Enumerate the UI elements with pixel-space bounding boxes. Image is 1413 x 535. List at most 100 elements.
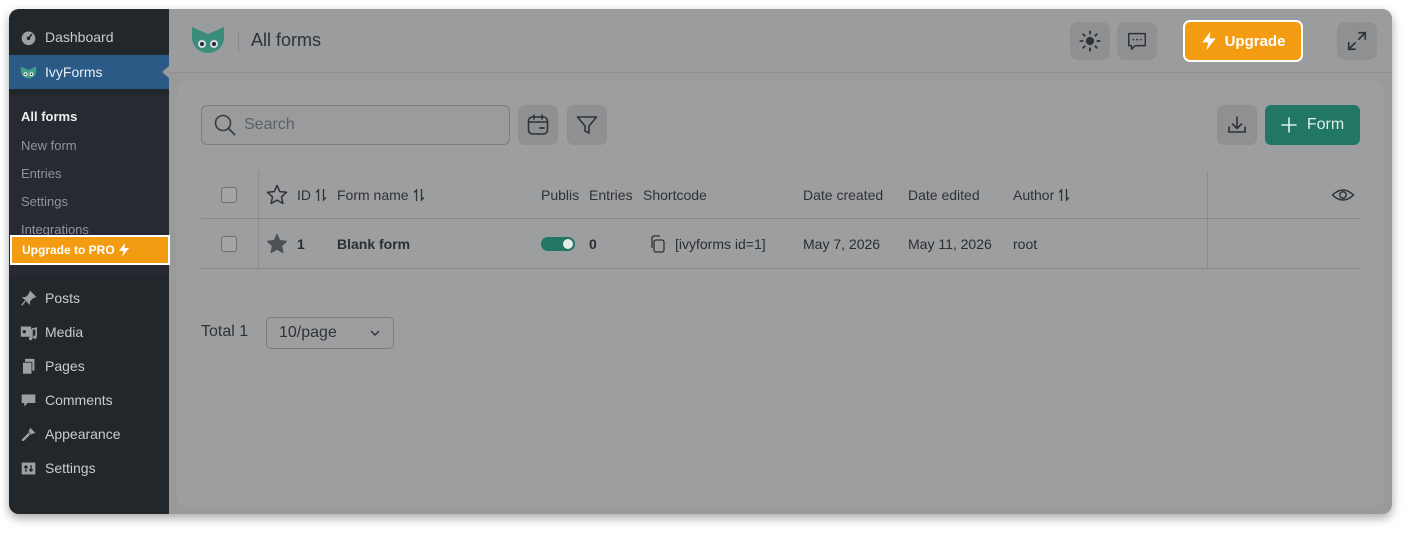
submenu-entries[interactable]: Entries [21, 166, 61, 181]
column-label: Form name [337, 186, 409, 203]
comment-icon [9, 392, 45, 409]
date-filter-button[interactable] [518, 105, 558, 145]
star-outline-icon[interactable] [265, 183, 289, 207]
submenu-all-forms[interactable]: All forms [21, 109, 77, 124]
column-header-shortcode: Shortcode [643, 171, 707, 218]
select-all-checkbox[interactable] [221, 186, 237, 203]
add-form-button[interactable]: Form [1265, 105, 1360, 145]
column-header-published: Publis [541, 171, 579, 218]
row-shortcode[interactable]: [ivyforms id=1] [649, 219, 766, 268]
column-header-author[interactable]: Author [1013, 171, 1070, 218]
eye-icon[interactable] [1331, 183, 1355, 207]
forms-table: ID Form name Publis Entries Shortcode Da… [201, 171, 1360, 269]
submenu-settings[interactable]: Settings [21, 194, 68, 209]
top-header: All forms Upgrade [169, 9, 1392, 73]
sidebar-item-label: IvyForms [45, 64, 103, 80]
column-header-id[interactable]: ID [297, 171, 327, 218]
sort-icon [413, 187, 425, 202]
sidebar-item-media[interactable]: Media [9, 315, 169, 349]
forms-card: Form ID Form name [177, 81, 1384, 507]
copy-icon[interactable] [649, 234, 667, 253]
lightning-icon [1201, 31, 1216, 51]
lightning-icon [118, 243, 129, 257]
row-id: 1 [297, 235, 305, 252]
column-divider [258, 219, 259, 268]
row-date-created: May 7, 2026 [803, 235, 881, 252]
column-label: Date edited [908, 186, 980, 203]
column-label: Entries [589, 186, 633, 203]
row-date-edited: May 11, 2026 [908, 235, 992, 252]
upgrade-label: Upgrade [1224, 32, 1286, 50]
sidebar-item-pages[interactable]: Pages [9, 349, 169, 383]
page-size-value: 10/page [279, 324, 337, 341]
sun-icon [1079, 30, 1101, 52]
sidebar-item-label: Appearance [45, 426, 121, 442]
sidebar-item-dashboard[interactable]: Dashboard [9, 20, 169, 54]
settings-sliders-icon [9, 460, 45, 477]
search-input[interactable] [244, 116, 494, 134]
column-header-date-created: Date created [803, 171, 883, 218]
column-header-date-edited: Date edited [908, 171, 980, 218]
dashboard-icon [9, 29, 45, 46]
plus-icon [1281, 117, 1297, 133]
column-header-entries: Entries [589, 171, 633, 218]
chat-bubble-icon [1128, 32, 1146, 50]
sidebar-item-label: Settings [45, 460, 96, 476]
ivyforms-logo [192, 27, 224, 53]
chevron-down-icon [370, 330, 380, 336]
download-icon [1228, 116, 1246, 133]
column-divider [1207, 219, 1208, 268]
main-area: All forms Upgrade Search Form ID Form na… [169, 9, 1392, 514]
app-window: Dashboard IvyForms All forms New form En… [9, 9, 1392, 514]
column-divider [258, 171, 259, 218]
filter-button[interactable] [567, 105, 607, 145]
star-filled-icon[interactable] [265, 232, 289, 256]
sidebar-item-ivyforms[interactable]: IvyForms [9, 55, 170, 89]
submenu-new-form[interactable]: New form [21, 138, 77, 153]
sort-icon [1058, 187, 1070, 202]
column-label: ID [297, 186, 311, 203]
column-label: Date created [803, 186, 884, 203]
ivyforms-logo-icon [9, 64, 45, 81]
table-row[interactable]: 1 Blank form 0 [ivyforms id=1] May 7, 20… [201, 219, 1360, 269]
theme-toggle-button[interactable] [1070, 22, 1110, 60]
sidebar-item-label: Dashboard [45, 29, 114, 45]
sort-icon [315, 187, 327, 202]
column-header-form-name[interactable]: Form name [337, 171, 425, 218]
fullscreen-button[interactable] [1337, 22, 1377, 60]
row-form-name[interactable]: Blank form [337, 219, 410, 268]
row-author: root [1013, 235, 1038, 252]
search-box[interactable] [201, 105, 510, 145]
table-header: ID Form name Publis Entries Shortcode Da… [201, 171, 1360, 219]
total-count: Total 1 [201, 323, 249, 340]
sidebar-item-label: Comments [45, 392, 113, 408]
shortcode-text: [ivyforms id=1] [675, 235, 766, 252]
pages-icon [9, 358, 45, 375]
export-button[interactable] [1217, 105, 1257, 145]
brush-icon [9, 426, 45, 443]
publish-toggle[interactable] [541, 236, 575, 251]
sidebar-item-settings[interactable]: Settings [9, 451, 169, 485]
filter-icon [576, 116, 598, 134]
sidebar-item-posts[interactable]: Posts [9, 281, 169, 315]
upgrade-to-pro-link[interactable]: Upgrade to PRO [10, 235, 170, 265]
sidebar-item-appearance[interactable]: Appearance [9, 417, 169, 451]
row-entries[interactable]: 0 [589, 219, 597, 268]
row-checkbox[interactable] [221, 235, 237, 252]
calendar-icon [527, 114, 549, 135]
sidebar-item-label: Media [45, 324, 84, 340]
column-label: Author [1013, 186, 1055, 203]
page-size-select[interactable]: 10/page [266, 317, 394, 349]
column-label: Shortcode [643, 186, 707, 203]
search-icon [214, 114, 236, 136]
column-divider [1207, 171, 1208, 218]
media-icon [9, 324, 45, 341]
feedback-button[interactable] [1117, 22, 1157, 60]
sidebar-item-label: Posts [45, 290, 81, 306]
add-form-label: Form [1306, 116, 1345, 133]
upgrade-button[interactable]: Upgrade [1183, 20, 1303, 62]
page-title: All forms [251, 30, 322, 50]
upgrade-to-pro-label: Upgrade to PRO [22, 243, 115, 257]
pin-icon [9, 290, 45, 307]
sidebar-item-comments[interactable]: Comments [9, 383, 169, 417]
